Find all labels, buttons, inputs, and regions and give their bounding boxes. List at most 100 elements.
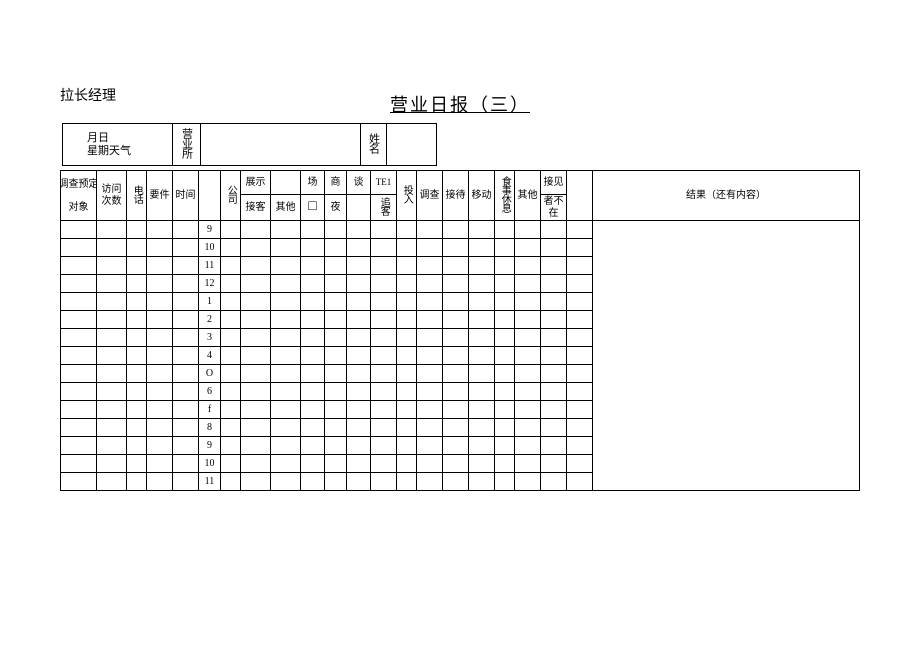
cell[interactable] bbox=[173, 419, 199, 437]
cell[interactable] bbox=[301, 419, 325, 437]
cell[interactable] bbox=[127, 329, 147, 347]
cell[interactable] bbox=[221, 455, 241, 473]
cell[interactable] bbox=[347, 221, 371, 239]
cell[interactable] bbox=[325, 383, 347, 401]
cell[interactable] bbox=[567, 401, 593, 419]
cell[interactable] bbox=[271, 419, 301, 437]
cell[interactable] bbox=[397, 347, 417, 365]
cell[interactable] bbox=[347, 275, 371, 293]
cell[interactable] bbox=[271, 329, 301, 347]
cell[interactable] bbox=[495, 311, 515, 329]
cell[interactable] bbox=[443, 437, 469, 455]
cell[interactable] bbox=[325, 473, 347, 491]
cell[interactable] bbox=[541, 239, 567, 257]
cell[interactable] bbox=[271, 473, 301, 491]
cell[interactable] bbox=[97, 275, 127, 293]
cell[interactable] bbox=[515, 401, 541, 419]
cell[interactable] bbox=[173, 221, 199, 239]
cell[interactable] bbox=[541, 221, 567, 239]
cell[interactable] bbox=[221, 365, 241, 383]
cell[interactable] bbox=[371, 311, 397, 329]
cell[interactable] bbox=[417, 383, 443, 401]
cell[interactable] bbox=[495, 383, 515, 401]
cell[interactable] bbox=[241, 347, 271, 365]
cell[interactable] bbox=[495, 473, 515, 491]
cell[interactable] bbox=[469, 311, 495, 329]
cell[interactable] bbox=[495, 329, 515, 347]
cell[interactable] bbox=[443, 383, 469, 401]
cell[interactable] bbox=[241, 437, 271, 455]
cell[interactable] bbox=[371, 437, 397, 455]
cell[interactable] bbox=[515, 455, 541, 473]
cell[interactable] bbox=[347, 437, 371, 455]
cell[interactable] bbox=[371, 257, 397, 275]
cell[interactable] bbox=[301, 221, 325, 239]
cell[interactable] bbox=[469, 473, 495, 491]
cell[interactable] bbox=[301, 347, 325, 365]
cell[interactable] bbox=[417, 293, 443, 311]
cell[interactable] bbox=[371, 365, 397, 383]
cell[interactable] bbox=[147, 239, 173, 257]
cell[interactable] bbox=[541, 347, 567, 365]
cell[interactable] bbox=[241, 293, 271, 311]
cell[interactable] bbox=[147, 473, 173, 491]
cell[interactable] bbox=[417, 275, 443, 293]
cell[interactable] bbox=[469, 329, 495, 347]
cell[interactable] bbox=[61, 401, 97, 419]
cell[interactable] bbox=[495, 365, 515, 383]
cell[interactable] bbox=[221, 293, 241, 311]
cell[interactable] bbox=[241, 473, 271, 491]
cell[interactable] bbox=[325, 347, 347, 365]
cell[interactable] bbox=[541, 293, 567, 311]
cell[interactable] bbox=[173, 257, 199, 275]
cell[interactable] bbox=[147, 437, 173, 455]
cell[interactable] bbox=[347, 365, 371, 383]
cell[interactable] bbox=[271, 383, 301, 401]
cell[interactable] bbox=[97, 257, 127, 275]
cell[interactable] bbox=[567, 257, 593, 275]
cell[interactable] bbox=[417, 257, 443, 275]
cell[interactable] bbox=[127, 257, 147, 275]
cell[interactable] bbox=[325, 311, 347, 329]
cell[interactable] bbox=[271, 455, 301, 473]
cell[interactable] bbox=[541, 437, 567, 455]
cell[interactable] bbox=[127, 455, 147, 473]
cell[interactable] bbox=[515, 221, 541, 239]
cell[interactable] bbox=[241, 455, 271, 473]
cell[interactable] bbox=[325, 275, 347, 293]
cell[interactable] bbox=[347, 329, 371, 347]
cell[interactable] bbox=[271, 275, 301, 293]
cell[interactable] bbox=[97, 455, 127, 473]
cell[interactable] bbox=[241, 383, 271, 401]
cell[interactable] bbox=[221, 275, 241, 293]
cell[interactable] bbox=[61, 419, 97, 437]
cell[interactable] bbox=[173, 329, 199, 347]
cell[interactable] bbox=[397, 275, 417, 293]
info-name-blank[interactable] bbox=[387, 124, 437, 166]
cell[interactable] bbox=[443, 401, 469, 419]
cell[interactable] bbox=[301, 293, 325, 311]
cell[interactable] bbox=[271, 365, 301, 383]
cell[interactable] bbox=[271, 257, 301, 275]
cell[interactable] bbox=[443, 329, 469, 347]
cell[interactable] bbox=[221, 221, 241, 239]
cell[interactable] bbox=[147, 455, 173, 473]
cell[interactable] bbox=[221, 473, 241, 491]
cell[interactable] bbox=[147, 221, 173, 239]
cell[interactable] bbox=[469, 257, 495, 275]
cell[interactable] bbox=[347, 401, 371, 419]
cell[interactable] bbox=[127, 383, 147, 401]
cell[interactable] bbox=[147, 347, 173, 365]
cell[interactable] bbox=[97, 329, 127, 347]
cell[interactable] bbox=[567, 347, 593, 365]
cell[interactable] bbox=[515, 419, 541, 437]
cell[interactable] bbox=[469, 275, 495, 293]
cell[interactable] bbox=[417, 329, 443, 347]
cell[interactable] bbox=[127, 347, 147, 365]
cell[interactable] bbox=[443, 239, 469, 257]
cell[interactable] bbox=[127, 293, 147, 311]
cell[interactable] bbox=[173, 473, 199, 491]
cell[interactable] bbox=[61, 275, 97, 293]
cell[interactable] bbox=[495, 437, 515, 455]
cell[interactable] bbox=[221, 311, 241, 329]
